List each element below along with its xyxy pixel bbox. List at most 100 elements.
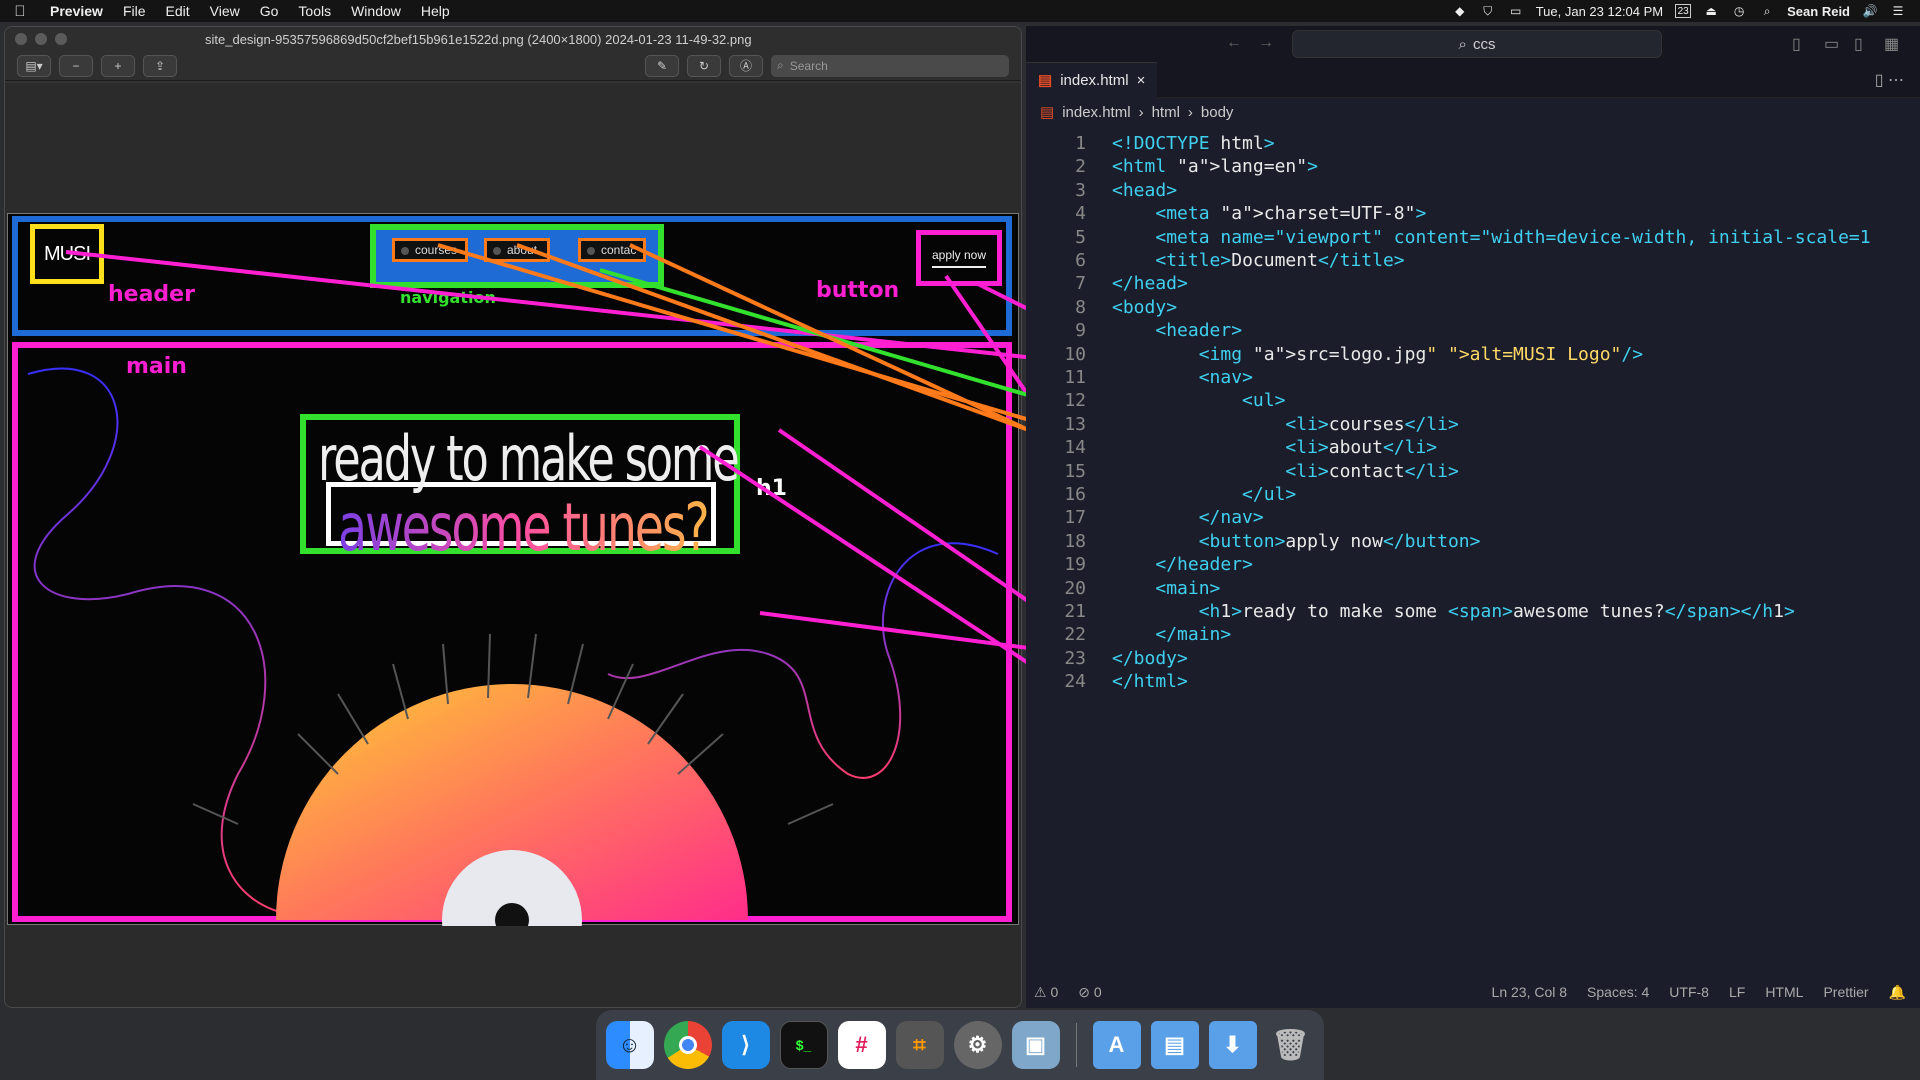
code-line[interactable]: <li>contact</li>: [1112, 460, 1458, 483]
documents-folder-icon[interactable]: ▤: [1150, 1021, 1199, 1069]
menu-file[interactable]: File: [113, 3, 156, 19]
rotate-icon[interactable]: ↻: [687, 54, 721, 77]
status-errors[interactable]: ⚠ 0: [1034, 984, 1058, 1001]
code-line[interactable]: <button>apply now</button>: [1112, 530, 1481, 553]
menu-view[interactable]: View: [200, 3, 250, 19]
code-line[interactable]: <header>: [1112, 319, 1242, 342]
calculator-icon[interactable]: ⌗: [895, 1021, 944, 1069]
menu-tools[interactable]: Tools: [288, 3, 341, 19]
dropbox-icon[interactable]: ◆: [1452, 4, 1468, 18]
menu-help[interactable]: Help: [411, 3, 460, 19]
code-line[interactable]: <img "a">src=logo.jpg" ">alt=MUSI Logo"/…: [1112, 343, 1643, 366]
code-line[interactable]: <h1>ready to make some <span>awesome tun…: [1112, 600, 1795, 623]
code-line[interactable]: </head>: [1112, 272, 1188, 295]
vscode-icon[interactable]: ⟩: [721, 1021, 770, 1069]
code-line[interactable]: <meta name="viewport" content="width=dev…: [1112, 226, 1870, 249]
close-window-button[interactable]: [15, 33, 27, 45]
code-line[interactable]: <!DOCTYPE html>: [1112, 132, 1275, 155]
status-warnings[interactable]: ⊘ 0: [1078, 984, 1101, 1001]
status-language[interactable]: HTML: [1765, 984, 1803, 1000]
code-line[interactable]: </body>: [1112, 647, 1188, 670]
command-center-search[interactable]: ⌕ ccs: [1292, 30, 1662, 58]
clock[interactable]: Tue, Jan 23 12:04 PM: [1536, 4, 1663, 19]
line-number: 23: [1064, 647, 1086, 669]
apple-menu-icon[interactable]: : [0, 3, 40, 20]
document-title[interactable]: site_design-95357596869d50cf2bef15b961e1…: [205, 32, 752, 47]
code-line[interactable]: </header>: [1112, 553, 1253, 576]
preview-app-icon[interactable]: ▣: [1011, 1021, 1060, 1069]
markup-pen-icon[interactable]: ✎: [645, 54, 679, 77]
system-settings-icon[interactable]: ⚙: [953, 1021, 1002, 1069]
code-line[interactable]: <meta "a">charset=UTF-8">: [1112, 202, 1426, 225]
zoom-window-button[interactable]: [55, 33, 67, 45]
battery-icon[interactable]: ▭: [1508, 4, 1524, 18]
bell-icon[interactable]: 🔔: [1889, 984, 1920, 1001]
code-line[interactable]: <ul>: [1112, 389, 1285, 412]
breadcrumb-file[interactable]: index.html: [1062, 104, 1130, 121]
slack-icon[interactable]: #: [837, 1021, 886, 1069]
code-line[interactable]: <li>courses</li>: [1112, 413, 1458, 436]
downloads-folder-icon[interactable]: ⬇: [1208, 1021, 1257, 1069]
layout-customize-icon[interactable]: ▦: [1884, 34, 1899, 54]
breadcrumb-body[interactable]: body: [1201, 104, 1234, 121]
layout-sidebar-icon[interactable]: ▯: [1792, 34, 1801, 54]
user-name[interactable]: Sean Reid: [1787, 4, 1850, 19]
search-icon[interactable]: ⌕: [1759, 4, 1775, 18]
tab-index-html[interactable]: ▤ index.html ×: [1026, 61, 1158, 98]
applications-folder-icon[interactable]: A: [1092, 1021, 1141, 1069]
trash-icon[interactable]: 🗑: [1267, 1021, 1315, 1069]
markup-icon[interactable]: Ⓐ: [729, 54, 763, 77]
menu-go[interactable]: Go: [250, 3, 289, 19]
line-number: 19: [1064, 554, 1086, 576]
line-number: 10: [1064, 343, 1086, 365]
code-line[interactable]: <head>: [1112, 179, 1177, 202]
code-line[interactable]: <li>about</li>: [1112, 436, 1437, 459]
zoom-out-icon[interactable]: −: [59, 54, 93, 77]
shield-icon[interactable]: ⛉: [1480, 4, 1496, 18]
status-eol[interactable]: LF: [1729, 984, 1745, 1000]
back-arrow-icon[interactable]: ←: [1226, 34, 1242, 52]
zoom-in-icon[interactable]: +: [101, 54, 135, 77]
line-number: 15: [1064, 460, 1086, 482]
editor-tabs: ▤ index.html × ▯ ⋯: [1026, 61, 1920, 98]
code-line[interactable]: <body>: [1112, 296, 1177, 319]
code-line[interactable]: </main>: [1112, 623, 1231, 646]
code-line[interactable]: <html "a">lang=en">: [1112, 155, 1318, 178]
time-machine-icon[interactable]: ◷: [1731, 4, 1747, 18]
split-editor-icon[interactable]: ▯ ⋯: [1875, 70, 1920, 90]
code-line[interactable]: <title>Document</title>: [1112, 249, 1404, 272]
preview-titlebar: site_design-95357596869d50cf2bef15b961e1…: [5, 27, 1021, 51]
close-tab-icon[interactable]: ×: [1137, 72, 1146, 89]
layout-secondary-icon[interactable]: ▯: [1854, 34, 1863, 54]
finder-icon[interactable]: ☺: [605, 1021, 654, 1069]
menu-window[interactable]: Window: [341, 3, 411, 19]
menu-app-name[interactable]: Preview: [40, 3, 113, 19]
minimize-window-button[interactable]: [35, 33, 47, 45]
status-spaces[interactable]: Spaces: 4: [1587, 984, 1649, 1000]
code-line[interactable]: </ul>: [1112, 483, 1296, 506]
preview-search-input[interactable]: ⌕ Search: [771, 54, 1009, 77]
control-center-icon[interactable]: ☰: [1890, 4, 1906, 18]
tab-label: index.html: [1060, 71, 1129, 89]
volume-icon[interactable]: 🔊: [1862, 4, 1878, 18]
menu-edit[interactable]: Edit: [156, 3, 200, 19]
calendar-icon[interactable]: 23: [1675, 4, 1692, 18]
status-encoding[interactable]: UTF-8: [1669, 984, 1709, 1000]
chrome-icon[interactable]: [663, 1021, 712, 1069]
breadcrumb-html[interactable]: html: [1152, 104, 1180, 121]
code-line[interactable]: </nav>: [1112, 506, 1264, 529]
terminal-icon[interactable]: $_: [779, 1021, 828, 1069]
vscode-titlebar: ← → ⌕ ccs ▯ ▭ ▯ ▦: [1026, 26, 1920, 62]
line-number: 22: [1064, 624, 1086, 646]
status-formatter[interactable]: Prettier: [1823, 984, 1868, 1000]
share-icon[interactable]: ⇪: [143, 54, 177, 77]
code-editor[interactable]: 1 <!DOCTYPE html> 2 <html "a">lang=en"> 3 <he…: [1026, 132, 1920, 822]
code-line[interactable]: <main>: [1112, 577, 1220, 600]
code-line[interactable]: </html>: [1112, 670, 1188, 693]
eject-icon[interactable]: ⏏: [1703, 4, 1719, 18]
status-position[interactable]: Ln 23, Col 8: [1492, 984, 1568, 1000]
forward-arrow-icon[interactable]: →: [1258, 34, 1274, 52]
sidebar-toggle-icon[interactable]: ▤▾: [17, 54, 51, 77]
code-line[interactable]: <nav>: [1112, 366, 1253, 389]
layout-panel-icon[interactable]: ▭: [1824, 34, 1839, 54]
